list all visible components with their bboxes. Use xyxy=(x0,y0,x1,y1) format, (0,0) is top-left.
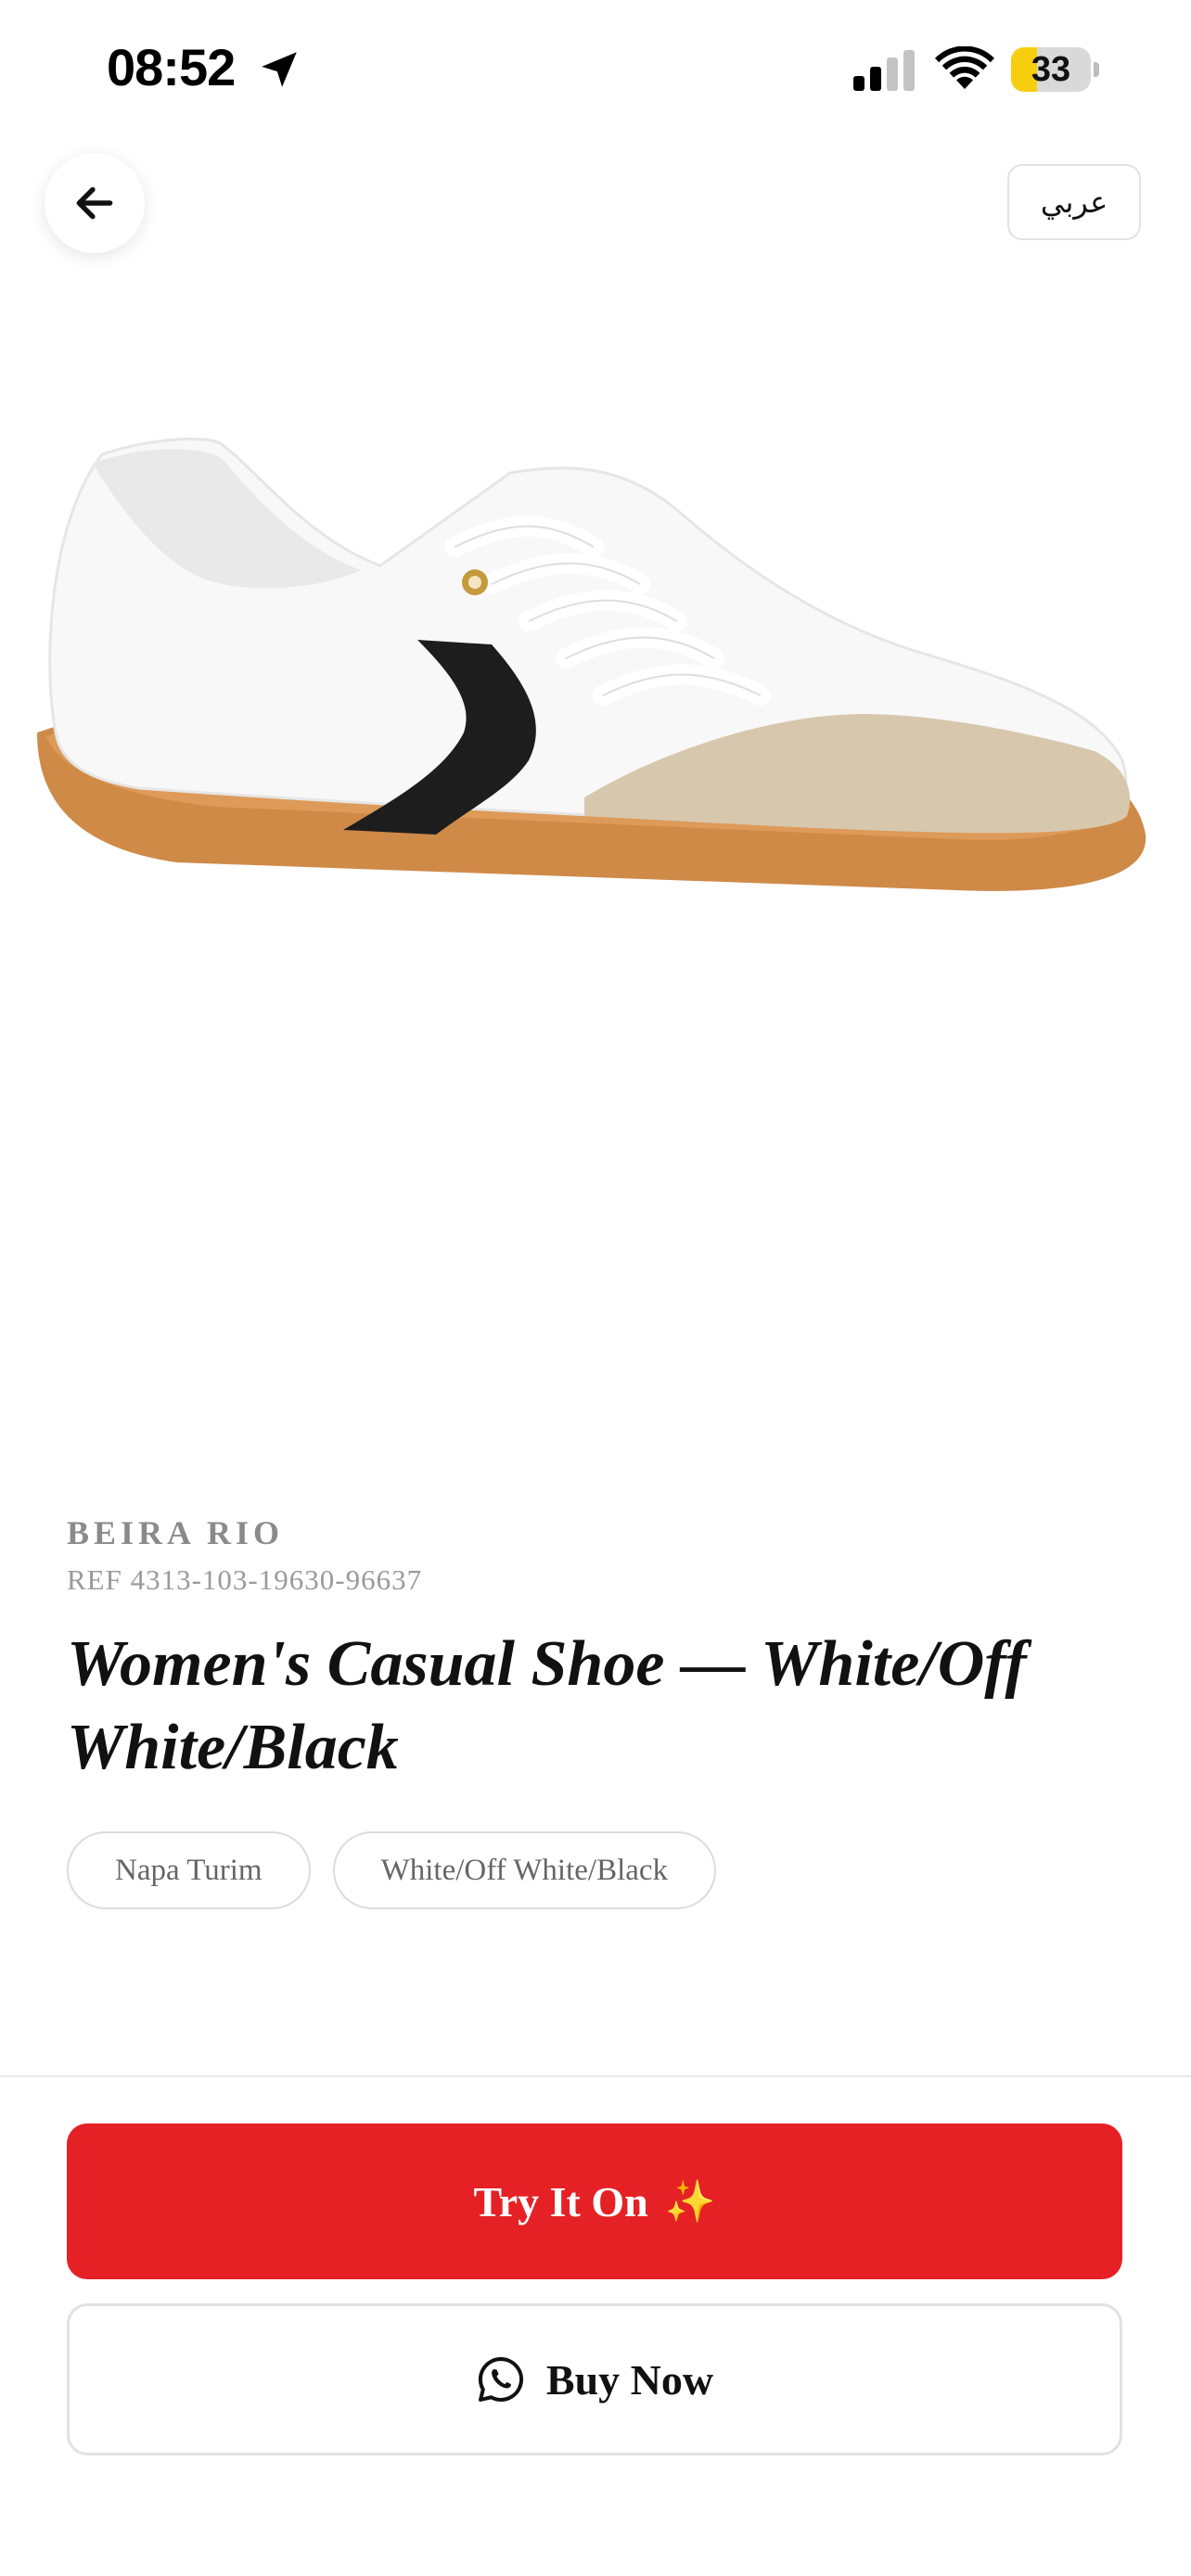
chip-material: Napa Turim xyxy=(67,1831,311,1909)
sparkles-icon: ✨ xyxy=(664,2178,716,2225)
language-toggle-button[interactable]: عربي xyxy=(1007,164,1141,240)
product-ref: REF 4313-103-19630-96637 xyxy=(67,1563,423,1596)
product-title: Women's Casual Shoe — White/Off White/Bl… xyxy=(67,1628,1027,1783)
divider xyxy=(0,2075,1191,2077)
back-button[interactable] xyxy=(45,153,145,253)
battery-nub xyxy=(1094,62,1099,77)
battery-icon: 33 xyxy=(1011,47,1100,92)
product-image xyxy=(37,437,1146,891)
cellular-signal-icon xyxy=(853,50,915,91)
battery-body: 33 xyxy=(1011,47,1091,92)
product-chips: Napa Turim White/Off White/Black xyxy=(67,1831,717,1909)
battery-percentage: 33 xyxy=(1031,50,1071,89)
buy-now-label: Buy Now xyxy=(545,2355,714,2404)
chip-color: White/Off White/Black xyxy=(332,1831,717,1909)
status-bar: 08:52 33 xyxy=(0,0,1191,139)
arrow-left-icon xyxy=(76,186,113,220)
whatsapp-icon xyxy=(478,2357,523,2402)
wifi-icon xyxy=(935,46,994,89)
status-time: 08:52 xyxy=(107,38,236,96)
try-it-on-label: Try It On xyxy=(473,2177,648,2225)
try-it-on-button[interactable]: Try It On ✨ xyxy=(67,2123,1122,2279)
product-brand: BEIRA RIO xyxy=(67,1514,285,1551)
buy-now-button[interactable]: Buy Now xyxy=(67,2303,1122,2455)
location-arrow-icon xyxy=(262,52,297,87)
